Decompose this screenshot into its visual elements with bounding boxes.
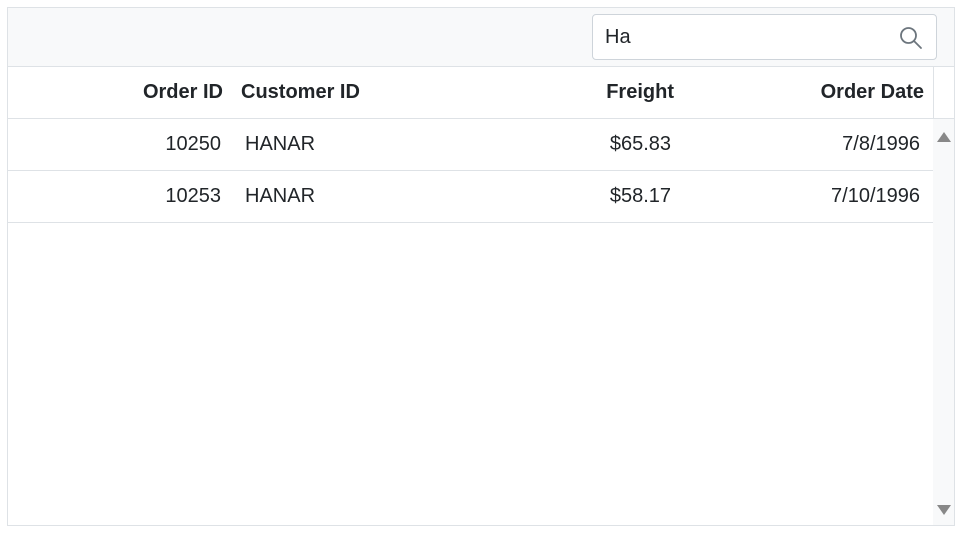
cell-freight: $65.83 — [609, 133, 671, 155]
column-header-order-id[interactable]: Order ID — [8, 67, 223, 118]
header-divider — [933, 67, 934, 118]
search-icon[interactable] — [898, 25, 924, 51]
triangle-down-icon[interactable] — [936, 503, 952, 515]
search-input[interactable] — [593, 15, 883, 59]
cell-customer-id: HANAR — [245, 133, 316, 155]
cell-order-date: 7/10/1996 — [831, 185, 920, 207]
vertical-scrollbar[interactable] — [933, 119, 954, 525]
cell-order-id: 10250 — [165, 133, 221, 155]
grid-toolbar — [8, 8, 954, 67]
cell-order-id: 10253 — [165, 185, 221, 207]
search-box[interactable] — [592, 14, 937, 60]
triangle-up-icon[interactable] — [936, 130, 952, 142]
column-header-freight[interactable]: Freight — [491, 67, 674, 118]
column-header-customer-id[interactable]: Customer ID — [241, 67, 491, 118]
cell-customer-id: HANAR — [245, 185, 316, 207]
data-grid: Order ID Customer ID Freight Order Date … — [7, 7, 955, 526]
grid-header-row: Order ID Customer ID Freight Order Date — [8, 67, 954, 119]
table-row[interactable]: 10253 HANAR $58.17 7/10/1996 — [8, 171, 933, 223]
grid-body: 10250 HANAR $65.83 7/8/1996 10253 HANAR … — [8, 119, 933, 525]
cell-freight: $58.17 — [609, 185, 671, 207]
column-header-order-date[interactable]: Order Date — [688, 67, 924, 118]
cell-order-date: 7/8/1996 — [842, 133, 920, 155]
table-row[interactable]: 10250 HANAR $65.83 7/8/1996 — [8, 119, 933, 171]
